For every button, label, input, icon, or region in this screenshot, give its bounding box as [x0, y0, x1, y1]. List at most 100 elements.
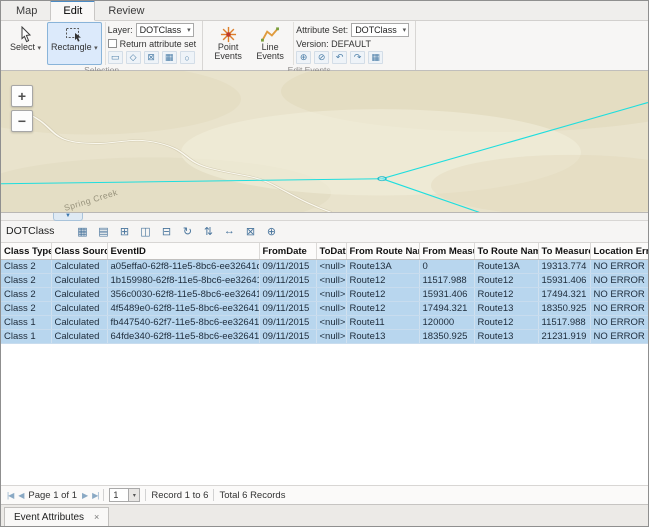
ribbon-tab-review[interactable]: Review: [96, 2, 156, 20]
table-cell: Route11: [346, 316, 419, 330]
collapse-panel-button[interactable]: ▼: [53, 213, 83, 221]
return-attribute-set-checkbox[interactable]: [108, 39, 117, 48]
column-header[interactable]: To Measure: [538, 243, 590, 260]
zoom-out-button[interactable]: −: [11, 110, 33, 132]
table-cell: 17494.321: [538, 288, 590, 302]
column-header[interactable]: To Route Name: [474, 243, 538, 260]
selection-tools-row: ▭◇⊠▦○: [108, 51, 197, 64]
column-header[interactable]: Class Source: [51, 243, 107, 260]
table-cell: 0: [419, 260, 474, 274]
refresh-icon[interactable]: ↻: [178, 223, 196, 240]
divider: [103, 489, 104, 501]
add-event-icon[interactable]: ⊕: [296, 51, 311, 64]
table-cell: 4f5489e0-62f8-11e5-8bc6-ee32641d5ec9: [107, 302, 259, 316]
swap-columns-icon[interactable]: ↔: [220, 223, 238, 240]
point-events-button[interactable]: Point Events: [208, 22, 248, 65]
table-row[interactable]: Class 2Calculateda05effa0-62f8-11e5-8bc6…: [1, 260, 648, 274]
page-number-value[interactable]: 1: [109, 488, 129, 502]
table-cell: 64fde340-62f8-11e5-8bc6-ee32641d5ec9: [107, 330, 259, 344]
fit-panel-icon[interactable]: ⊕: [262, 223, 280, 240]
table-cell: Calculated: [51, 260, 107, 274]
table-cell: Route13: [474, 330, 538, 344]
selection-options-icon[interactable]: ○: [180, 51, 195, 64]
tab-event-attributes[interactable]: Event Attributes ×: [4, 507, 109, 526]
layer-select-value: DOTClass: [140, 25, 182, 35]
selected-records-icon[interactable]: ▤: [94, 223, 112, 240]
sort-ascending-icon[interactable]: ⇅: [199, 223, 217, 240]
edit-events-options-column: Attribute Set: DOTClass ▾ Version: DEFAU…: [293, 22, 411, 65]
column-header[interactable]: EventID: [107, 243, 259, 260]
table-cell: <null>: [316, 288, 346, 302]
event-options-icon[interactable]: ▦: [368, 51, 383, 64]
table-cell: NO ERROR: [590, 330, 648, 344]
column-header[interactable]: Class Type: [1, 243, 51, 260]
panel-layer-title: DOTClass: [6, 225, 54, 237]
table-cell: Route13: [346, 330, 419, 344]
table-cell: Calculated: [51, 288, 107, 302]
table-cell: NO ERROR: [590, 288, 648, 302]
column-header[interactable]: ToDate: [316, 243, 346, 260]
table-row[interactable]: Class 2Calculated1b159980-62f8-11e5-8bc6…: [1, 274, 648, 288]
table-cell: Calculated: [51, 316, 107, 330]
table-row[interactable]: Class 1Calculated64fde340-62f8-11e5-8bc6…: [1, 330, 648, 344]
new-table-icon[interactable]: ⊞: [115, 223, 133, 240]
chevron-down-icon[interactable]: ▾: [129, 488, 140, 502]
table-row[interactable]: Class 2Calculated356c0030-62f8-11e5-8bc6…: [1, 288, 648, 302]
clear-selection-icon[interactable]: ⊠: [241, 223, 259, 240]
table-cell: a05effa0-62f8-11e5-8bc6-ee32641d5ec9: [107, 260, 259, 274]
table-cell: fb447540-62f7-11e5-8bc6-ee32641d5ec9: [107, 316, 259, 330]
table-cell: 09/11/2015: [259, 316, 316, 330]
table-cell: 18350.925: [538, 302, 590, 316]
event-attribute-table: Class TypeClass SourceEventIDFromDateToD…: [1, 243, 648, 345]
rectangle-button-label: Rectangle ▾: [51, 43, 98, 53]
table-row[interactable]: Class 1Calculatedfb447540-62f7-11e5-8bc6…: [1, 316, 648, 330]
route-junction-vertex[interactable]: [378, 177, 386, 181]
ribbon-tab-map[interactable]: Map: [4, 2, 49, 20]
save-icon[interactable]: ⊟: [157, 223, 175, 240]
next-page-button[interactable]: ▶: [82, 491, 87, 500]
attribute-set-select[interactable]: DOTClass ▾: [351, 23, 409, 37]
table-cell: Route12: [346, 274, 419, 288]
select-by-rectangle-icon[interactable]: ▭: [108, 51, 123, 64]
select-all-icon[interactable]: ▦: [162, 51, 177, 64]
select-cursor-icon: [19, 25, 33, 43]
split-event-icon[interactable]: ⊘: [314, 51, 329, 64]
column-header[interactable]: From Route Name: [346, 243, 419, 260]
map-canvas[interactable]: Spring Creek + −: [1, 71, 648, 212]
select-button-label: Select ▾: [10, 43, 41, 53]
zoom-in-button[interactable]: +: [11, 85, 33, 107]
undo-icon[interactable]: ↶: [332, 51, 347, 64]
table-cell: NO ERROR: [590, 274, 648, 288]
rectangle-tool-button[interactable]: Rectangle ▾: [47, 22, 102, 65]
table-cell: Class 2: [1, 260, 51, 274]
return-attribute-set-label: Return attribute set: [120, 39, 197, 49]
redo-icon[interactable]: ↷: [350, 51, 365, 64]
line-events-button[interactable]: Line Events: [250, 22, 290, 65]
table-cell: Route12: [474, 316, 538, 330]
last-page-button[interactable]: ▶|: [92, 491, 98, 500]
record-range-label: Record 1 to 6: [151, 490, 208, 501]
ribbon-tab-edit[interactable]: Edit: [50, 0, 95, 21]
page-number-spinner[interactable]: 1 ▾: [109, 488, 140, 502]
table-cell: 120000: [419, 316, 474, 330]
first-page-button[interactable]: |◀: [7, 491, 13, 500]
clear-selection-icon[interactable]: ⊠: [144, 51, 159, 64]
column-header[interactable]: Location Error: [590, 243, 648, 260]
select-tool-button[interactable]: Select ▾: [6, 22, 45, 65]
select-by-polygon-icon[interactable]: ◇: [126, 51, 141, 64]
table-cell: NO ERROR: [590, 316, 648, 330]
table-row[interactable]: Class 2Calculated4f5489e0-62f8-11e5-8bc6…: [1, 302, 648, 316]
table-cell: Calculated: [51, 274, 107, 288]
close-icon[interactable]: ×: [94, 512, 99, 522]
switch-selection-icon[interactable]: ◫: [136, 223, 154, 240]
column-header[interactable]: FromDate: [259, 243, 316, 260]
attribute-table-icon[interactable]: ▦: [73, 223, 91, 240]
selection-options-column: Layer: DOTClass ▾ Return attribute set ▭…: [105, 22, 199, 65]
layer-select[interactable]: DOTClass ▾: [136, 23, 194, 37]
prev-page-button[interactable]: ◀: [18, 491, 23, 500]
table-cell: <null>: [316, 316, 346, 330]
attribute-set-label: Attribute Set:: [296, 25, 348, 35]
panel-splitter[interactable]: ▼: [1, 212, 648, 221]
table-cell: <null>: [316, 302, 346, 316]
column-header[interactable]: From Measure: [419, 243, 474, 260]
